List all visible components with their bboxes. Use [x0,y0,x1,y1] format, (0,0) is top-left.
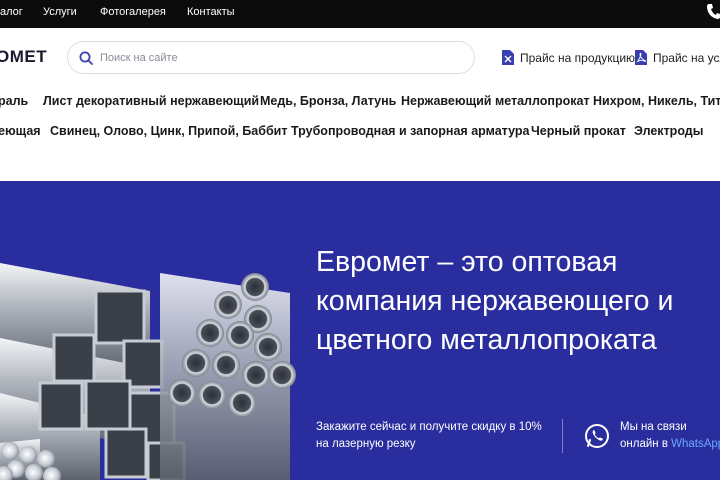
category-item[interactable]: Свинец, Олово, Цинк, Припой, Баббит [50,124,287,138]
price-products-link[interactable]: Прайс на продукцию [502,50,635,65]
nav-link-catalog[interactable]: алог [0,5,23,19]
contact-prefix: онлайн в [620,438,672,450]
category-row-1: раль Лист декоративный нержавеющий Медь,… [0,92,720,112]
category-item[interactable]: Нихром, Никель, Тита [593,94,720,108]
category-row-2: еющая Свинец, Олово, Цинк, Припой, Бабби… [0,122,720,142]
logo[interactable]: ОМЕТ [0,47,47,67]
search-box[interactable] [67,41,475,74]
category-item[interactable]: Медь, Бронза, Латунь [260,94,396,108]
divider [562,419,563,453]
category-item[interactable]: Лист декоративный нержавеющий [43,94,259,108]
whatsapp-link[interactable]: WhatsApp [671,438,720,450]
price-services-link[interactable]: Прайс на услу [635,50,720,65]
search-input[interactable] [100,49,460,67]
nav-link-services[interactable]: Услуги [43,5,77,19]
phone-icon[interactable] [706,3,720,19]
category-item[interactable]: Нержавеющий металлопрокат [401,94,590,108]
pdf-file-icon [635,50,647,65]
category-item[interactable]: Электроды [634,124,703,138]
category-item[interactable]: Трубопроводная и запорная арматура [291,124,529,138]
search-icon [79,51,93,65]
category-item[interactable]: еющая [0,124,41,138]
whatsapp-icon[interactable] [584,423,610,449]
price-products-label: Прайс на продукцию [520,50,636,65]
excel-file-icon [502,50,514,65]
price-services-label: Прайс на услу [653,50,720,65]
promo-text: Закажите сейчас и получите скидку в 10% … [316,421,542,450]
category-item[interactable]: раль [0,94,28,108]
hero-banner: Евромет – это оптовая компания нержавеющ… [0,181,720,480]
nav-link-gallery[interactable]: Фотогалерея [100,5,166,19]
top-navigation-bar: алог Услуги Фотогалерея Контакты [0,0,720,28]
metal-products-image [0,263,296,480]
nav-link-contacts[interactable]: Контакты [187,5,235,19]
category-item[interactable]: Черный прокат [531,124,626,138]
contact-line-whatsapp: онлайн в WhatsApp [620,436,720,453]
contact-line: Мы на связи [620,421,687,433]
hero-title: Евромет – это оптовая компания нержавеющ… [316,246,674,356]
